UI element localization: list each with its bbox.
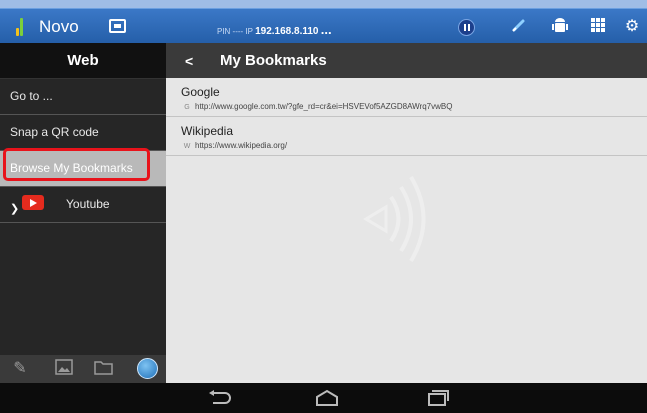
panel-header: < My Bookmarks	[166, 43, 647, 78]
app-name: Novo	[39, 17, 79, 36]
pause-icon[interactable]	[458, 19, 475, 36]
back-button[interactable]: <	[185, 53, 193, 69]
gear-icon[interactable]: ⚙	[622, 17, 642, 37]
sidebar-title: Web	[0, 43, 166, 79]
google-favicon-icon: G	[184, 104, 190, 111]
bookmark-title: Wikipedia	[181, 124, 234, 138]
bookmark-url: Whttps://www.wikipedia.org/	[183, 141, 288, 150]
sidebar-item-label: Snap a QR code	[10, 125, 99, 139]
pencil-icon[interactable]: ✎	[10, 359, 30, 379]
sidebar-item-label: Youtube	[66, 197, 110, 211]
grid-icon[interactable]	[588, 17, 608, 37]
bookmarks-panel: < My Bookmarks Google Ghttp://www.google…	[166, 43, 647, 383]
bookmark-item-google[interactable]: Google Ghttp://www.google.com.tw/?gfe_rd…	[166, 78, 647, 117]
sidebar-item-goto[interactable]: Go to ...	[0, 79, 166, 115]
recents-icon[interactable]	[425, 389, 451, 407]
back-icon[interactable]	[207, 389, 233, 407]
sidebar-item-youtube[interactable]: ❯ Youtube	[0, 187, 166, 223]
globe-icon[interactable]	[137, 358, 158, 379]
sidebar-item-label: Go to ...	[10, 89, 53, 103]
more-dots[interactable]: ...	[321, 22, 332, 37]
sidebar-item-qr[interactable]: Snap a QR code	[0, 115, 166, 151]
novo-watermark-icon	[363, 175, 426, 263]
folder-icon[interactable]	[94, 359, 114, 379]
connection-info: PIN ---- IP 192.168.8.110 ...	[217, 22, 332, 37]
android-icon[interactable]	[550, 17, 570, 37]
page-title: My Bookmarks	[220, 52, 327, 69]
sidebar-toolbar: ✎	[0, 355, 166, 383]
link-icon[interactable]	[509, 17, 529, 37]
wikipedia-favicon-icon: W	[183, 143, 191, 150]
screen-share-icon[interactable]	[109, 19, 126, 33]
bookmark-title: Google	[181, 85, 220, 99]
pin-label: PIN ---- IP	[217, 27, 253, 36]
home-icon[interactable]	[314, 389, 340, 407]
image-icon[interactable]	[54, 359, 74, 379]
youtube-icon: ❯	[10, 195, 50, 217]
bookmark-item-wikipedia[interactable]: Wikipedia Whttps://www.wikipedia.org/	[166, 117, 647, 156]
bookmark-url: Ghttp://www.google.com.tw/?gfe_rd=cr&ei=…	[184, 102, 453, 111]
system-nav-bar	[0, 383, 647, 413]
selection-highlight	[3, 148, 150, 181]
top-bar: Novo PIN ---- IP 192.168.8.110 ... ⚙	[0, 8, 647, 44]
sidebar: Web Go to ... Snap a QR code Browse My B…	[0, 43, 166, 383]
novo-logo-icon	[16, 18, 24, 36]
ip-address: 192.168.8.110	[255, 26, 319, 37]
